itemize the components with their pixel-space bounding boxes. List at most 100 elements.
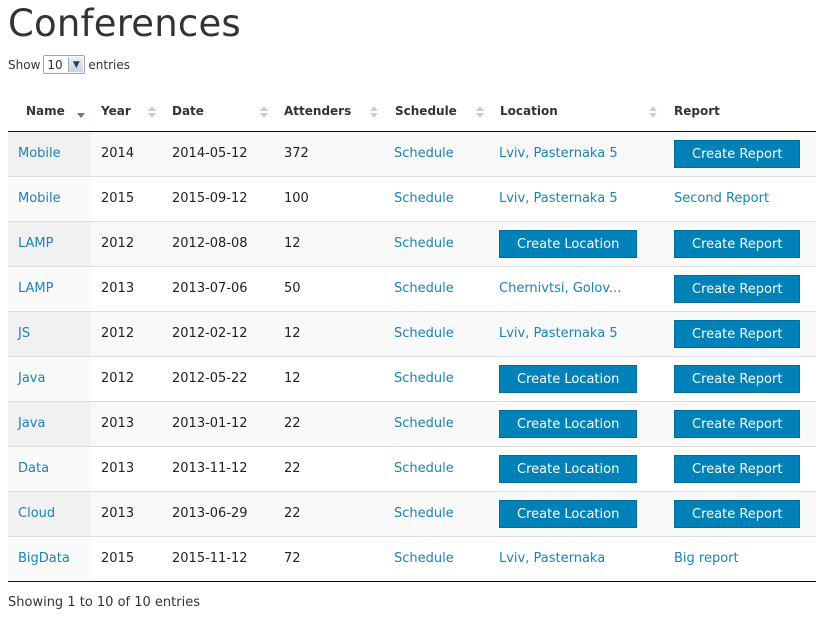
table-info: Showing 1 to 10 of 10 entries [8,595,200,610]
year-value: 2013 [101,281,135,296]
schedule-link[interactable]: Schedule [394,281,454,296]
cell-attenders: 100 [274,175,384,221]
cell-location: Create Location [489,445,666,491]
date-value: 2015-09-12 [172,191,248,206]
cell-location: Lviv, Pasternaka 5 [489,175,666,221]
conference-name-link[interactable]: Cloud [18,506,55,521]
create-report-button[interactable]: Create Report [674,319,801,348]
table-row: Java 2013 2013-01-12 22 Schedule Create Locat… [8,400,816,446]
cell-schedule: Schedule [384,310,489,356]
conference-name-link[interactable]: Mobile [18,146,61,161]
date-value: 2012-05-22 [172,371,248,386]
schedule-link[interactable]: Schedule [394,551,454,566]
entries-label: entries [88,57,130,72]
create-location-button[interactable]: Create Location [499,409,638,438]
create-report-button[interactable]: Create Report [674,499,801,528]
create-location-button[interactable]: Create Location [499,229,638,258]
location-link[interactable]: Lviv, Pasternaka 5 [499,326,618,341]
location-link[interactable]: Chernivtsi, Golov... [499,281,621,296]
cell-schedule: Schedule [384,355,489,401]
cell-schedule: Schedule [384,131,489,176]
location-link[interactable]: Lviv, Pasternaka [499,551,605,566]
entries-length-control: Show 10 ▼ entries [8,55,130,74]
year-value: 2013 [101,506,135,521]
create-report-button[interactable]: Create Report [674,364,801,393]
cell-date: 2014-05-12 [162,131,274,176]
cell-name: Java [8,400,91,446]
cell-schedule: Schedule [384,175,489,221]
cell-year: 2013 [91,490,162,536]
conferences-page: Conferences Show 10 ▼ entries Name Year [0,0,816,617]
conference-name-link[interactable]: LAMP [18,236,54,251]
year-value: 2013 [101,461,135,476]
location-link[interactable]: Lviv, Pasternaka 5 [499,146,618,161]
cell-report: Create Report [666,131,816,176]
create-report-button[interactable]: Create Report [674,229,801,258]
attenders-value: 72 [284,551,301,566]
cell-schedule: Schedule [384,535,489,582]
year-value: 2012 [101,236,135,251]
report-link[interactable]: Big report [674,551,739,566]
cell-report: Create Report [666,490,816,536]
attenders-value: 12 [284,236,301,251]
sort-both-icon [260,105,268,119]
column-header-label: Attenders [284,104,352,119]
schedule-link[interactable]: Schedule [394,236,454,251]
schedule-link[interactable]: Schedule [394,506,454,521]
conference-name-link[interactable]: Data [18,461,49,476]
cell-name: JS [8,310,91,356]
table-row: Data 2013 2013-11-12 22 Schedule Create Locat… [8,445,816,491]
location-link[interactable]: Lviv, Pasternaka 5 [499,191,618,206]
cell-report: Create Report [666,400,816,446]
create-location-button[interactable]: Create Location [499,364,638,393]
cell-attenders: 22 [274,490,384,536]
table-row: Java 2012 2012-05-22 12 Schedule Create Locat… [8,355,816,401]
chevron-down-icon[interactable]: ▼ [68,57,84,72]
create-location-button[interactable]: Create Location [499,454,638,483]
cell-year: 2013 [91,400,162,446]
conference-name-link[interactable]: LAMP [18,281,54,296]
cell-attenders: 12 [274,355,384,401]
schedule-link[interactable]: Schedule [394,371,454,386]
cell-name: Data [8,445,91,491]
schedule-link[interactable]: Schedule [394,461,454,476]
conference-name-link[interactable]: JS [18,326,30,341]
cell-report: Create Report [666,445,816,491]
report-link[interactable]: Second Report [674,191,769,206]
column-header-schedule[interactable]: Schedule [384,92,489,132]
cell-date: 2013-06-29 [162,490,274,536]
attenders-value: 12 [284,326,301,341]
cell-location: Create Location [489,490,666,536]
column-header-date[interactable]: Date [162,92,274,132]
conference-name-link[interactable]: Java [18,371,45,386]
create-location-button[interactable]: Create Location [499,499,638,528]
conference-name-link[interactable]: Java [18,416,45,431]
cell-report: Create Report [666,355,816,401]
column-header-attenders[interactable]: Attenders [274,92,384,132]
create-report-button[interactable]: Create Report [674,454,801,483]
table-row: Cloud 2013 2013-06-29 22 Schedule Create Loca… [8,490,816,536]
date-value: 2012-08-08 [172,236,248,251]
schedule-link[interactable]: Schedule [394,191,454,206]
column-header-year[interactable]: Year [91,92,162,132]
create-report-button[interactable]: Create Report [674,139,801,168]
create-report-button[interactable]: Create Report [674,274,801,303]
conference-name-link[interactable]: BigData [18,551,70,566]
column-header-label: Name [26,104,65,119]
table-row: JS 2012 2012-02-12 12 Schedule Lviv, Pasterna… [8,310,816,356]
column-header-label: Report [674,104,720,119]
create-report-button[interactable]: Create Report [674,409,801,438]
sort-desc-icon [77,105,85,119]
sort-both-icon [476,105,484,119]
conference-name-link[interactable]: Mobile [18,191,61,206]
cell-report: Create Report [666,265,816,311]
schedule-link[interactable]: Schedule [394,416,454,431]
column-header-location[interactable]: Location [489,92,666,132]
schedule-link[interactable]: Schedule [394,146,454,161]
cell-location: Lviv, Pasternaka 5 [489,131,666,176]
schedule-link[interactable]: Schedule [394,326,454,341]
column-header-name[interactable]: Name [8,92,91,132]
attenders-value: 372 [284,146,309,161]
attenders-value: 22 [284,461,301,476]
entries-per-page-select[interactable]: 10 ▼ [43,55,86,74]
